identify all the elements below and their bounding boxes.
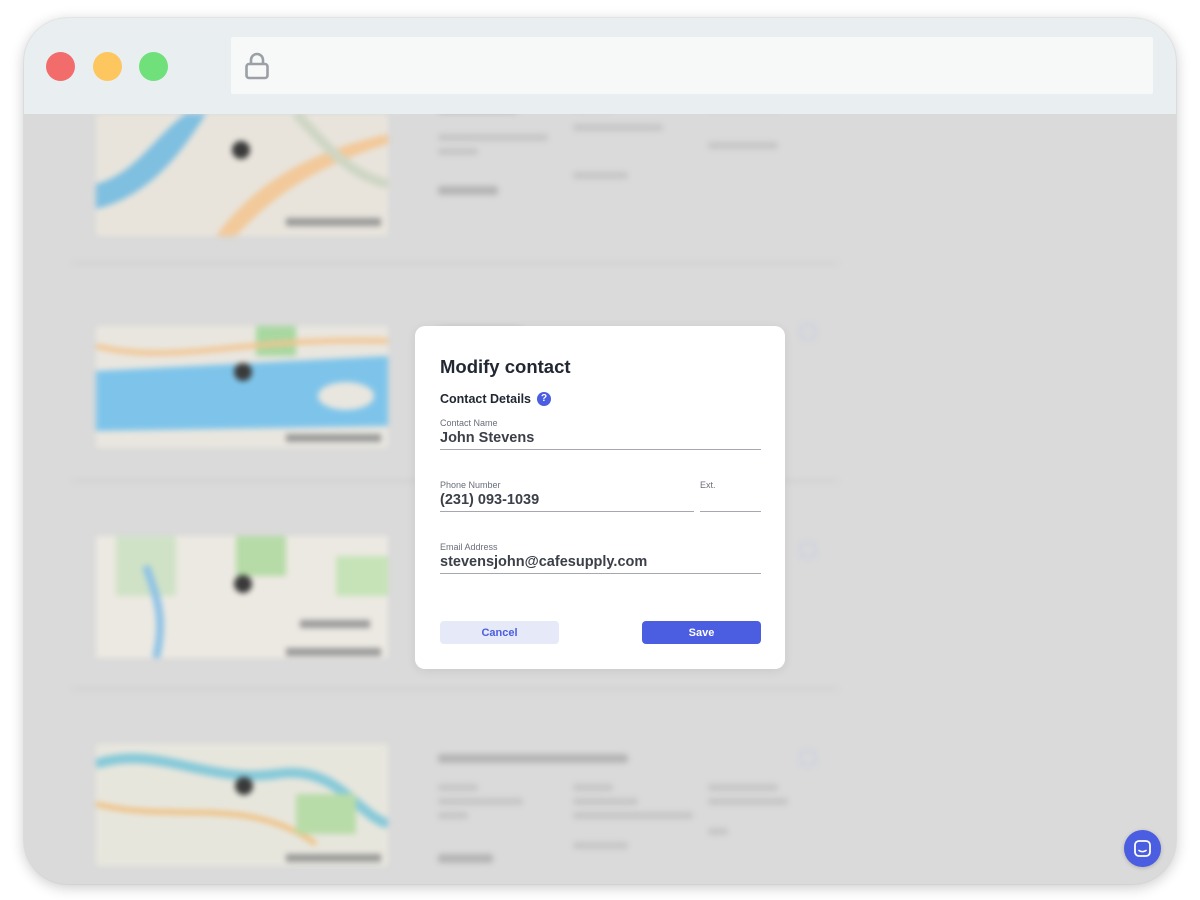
chat-icon xyxy=(1134,840,1151,857)
location-card xyxy=(72,714,838,884)
contact-name-input[interactable] xyxy=(440,428,761,450)
map-thumbnail xyxy=(96,326,388,448)
phone-number-field: Phone Number xyxy=(440,480,694,512)
email-address-field: Email Address xyxy=(440,542,761,574)
map-thumbnail xyxy=(96,536,388,658)
contact-name-label: Contact Name xyxy=(440,418,498,428)
contact-details-heading: Contact Details ? xyxy=(440,392,551,406)
chat-launcher-button[interactable] xyxy=(1124,830,1161,867)
map-thumbnail xyxy=(96,114,388,236)
contact-name-field: Contact Name xyxy=(440,418,761,450)
phone-number-input[interactable] xyxy=(440,490,694,512)
help-icon[interactable]: ? xyxy=(537,392,551,406)
cancel-button[interactable]: Cancel xyxy=(440,621,559,644)
map-thumbnail xyxy=(96,744,388,866)
email-address-input[interactable] xyxy=(440,552,761,574)
window-close-button[interactable] xyxy=(46,52,75,81)
window-minimize-button[interactable] xyxy=(93,52,122,81)
extension-field: Ext. xyxy=(700,480,761,512)
save-button[interactable]: Save xyxy=(642,621,761,644)
phone-number-label: Phone Number xyxy=(440,480,501,490)
lock-icon xyxy=(243,51,271,81)
modify-contact-dialog: Modify contact Contact Details ? Contact… xyxy=(415,326,785,669)
extension-label: Ext. xyxy=(700,480,716,490)
dialog-title: Modify contact xyxy=(440,356,571,377)
extension-input[interactable] xyxy=(700,490,761,512)
section-label-text: Contact Details xyxy=(440,392,531,406)
email-address-label: Email Address xyxy=(440,542,498,552)
location-card xyxy=(72,114,838,264)
window-zoom-button[interactable] xyxy=(139,52,168,81)
address-bar[interactable] xyxy=(231,37,1153,94)
browser-titlebar xyxy=(24,18,1176,114)
